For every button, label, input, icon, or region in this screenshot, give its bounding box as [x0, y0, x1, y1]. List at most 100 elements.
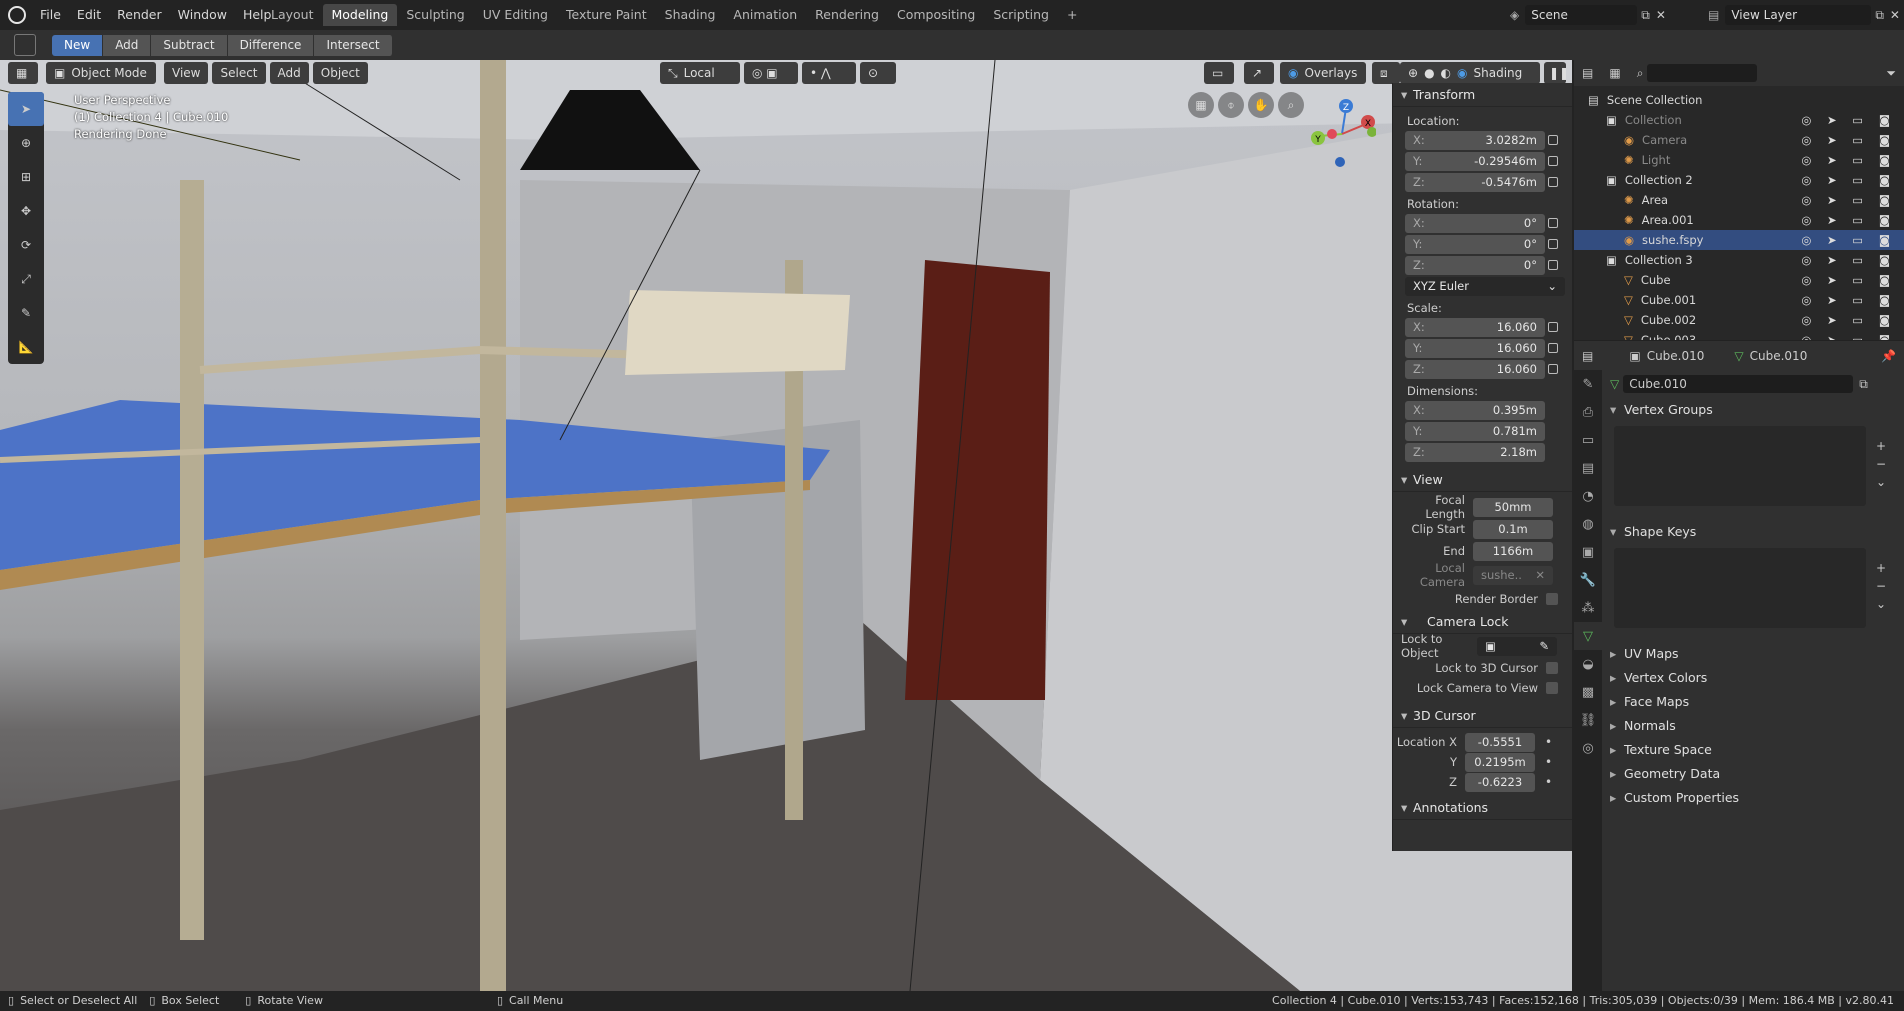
copy-icon[interactable]: ⧉	[1875, 8, 1884, 23]
dimension-y-field[interactable]: Y: 0.781m	[1405, 422, 1545, 441]
rotation-z-field[interactable]: Z: 0°	[1405, 256, 1545, 275]
cursor-value-field[interactable]: 0.2195m	[1465, 752, 1535, 772]
lock-camera-view-checkbox[interactable]	[1546, 682, 1558, 694]
fake-user-icon[interactable]: ⧉	[1859, 377, 1868, 392]
texture-space-section[interactable]: Texture Space	[1602, 738, 1904, 762]
mesh-data-tab-icon[interactable]: ▽	[1574, 622, 1602, 650]
zoom-view-icon[interactable]: ⌕	[1278, 92, 1304, 118]
geometry-data-section[interactable]: Geometry Data	[1602, 762, 1904, 786]
visibility-toggles[interactable]: ◎ ➤ ▭ ◙	[1801, 250, 1896, 270]
visibility-toggles[interactable]: ◎ ➤ ▭ ◙	[1801, 170, 1896, 190]
visibility-toggles[interactable]: ◎ ➤ ▭ ◙	[1801, 270, 1896, 290]
keyframe-dot-icon[interactable]: •	[1545, 775, 1552, 789]
chevron-down-icon[interactable]: ⌄	[1876, 595, 1886, 613]
object-mode-dropdown[interactable]: ▣ Object Mode	[46, 62, 156, 84]
proportional-edit-icon[interactable]: ⊙	[860, 62, 896, 84]
output-tab-icon[interactable]: ▭	[1574, 426, 1602, 454]
add-icon[interactable]: +	[1876, 559, 1886, 577]
clip-end-field[interactable]: 1166m	[1473, 541, 1553, 561]
outliner-row[interactable]: ✺ Light ◎ ➤ ▭ ◙	[1574, 150, 1904, 170]
outliner-row[interactable]: ▽ Cube.002 ◎ ➤ ▭ ◙	[1574, 310, 1904, 330]
tab-rendering[interactable]: Rendering	[806, 4, 888, 26]
scale-z-field[interactable]: Z: 16.060	[1405, 360, 1545, 379]
view-layer-selector[interactable]: ▤ View Layer ⧉ ✕	[1708, 4, 1900, 26]
uv-maps-section[interactable]: UV Maps	[1602, 642, 1904, 666]
mode-subtract-button[interactable]: Subtract	[151, 35, 228, 56]
snap-icon[interactable]: • ⋀	[802, 62, 856, 84]
gizmo-toggle-icon[interactable]: ↗	[1244, 62, 1274, 84]
outliner-row[interactable]: ▽ Cube ◎ ➤ ▭ ◙	[1574, 270, 1904, 290]
tab-shading[interactable]: Shading	[656, 4, 725, 26]
eyedropper-icon[interactable]: ✎	[1539, 637, 1549, 656]
lock-3d-cursor-checkbox[interactable]	[1546, 662, 1558, 674]
lock-icon[interactable]	[1548, 364, 1558, 374]
transform-tool-icon[interactable]: ⊞	[8, 160, 44, 194]
outliner-row[interactable]: ◉ Camera ◎ ➤ ▭ ◙	[1574, 130, 1904, 150]
xray-icon[interactable]: ⧈	[1372, 62, 1400, 84]
scene-name-field[interactable]: Scene	[1525, 5, 1638, 25]
chevron-down-icon[interactable]: ⌄	[1876, 473, 1886, 491]
mode-new-button[interactable]: New	[52, 35, 104, 56]
tab-sculpting[interactable]: Sculpting	[397, 4, 473, 26]
rotation-y-field[interactable]: Y: 0°	[1405, 235, 1545, 254]
view-layer-tab-icon[interactable]: ▤	[1574, 454, 1602, 482]
local-camera-field[interactable]: sushe.. ✕	[1473, 565, 1553, 585]
outliner-row[interactable]: ▣ Collection ◎ ➤ ▭ ◙	[1574, 110, 1904, 130]
scale-y-field[interactable]: Y: 16.060	[1405, 339, 1545, 358]
dimension-z-field[interactable]: Z: 2.18m	[1405, 443, 1545, 462]
menu-file[interactable]: File	[32, 0, 69, 30]
outliner-row[interactable]: ✺ Area.001 ◎ ➤ ▭ ◙	[1574, 210, 1904, 230]
shape-keys-section[interactable]: Shape Keys	[1602, 520, 1904, 544]
pin-icon[interactable]: 📌	[1881, 349, 1896, 363]
render-border-checkbox[interactable]	[1546, 593, 1558, 605]
blender-logo-icon[interactable]	[8, 6, 26, 24]
mode-difference-button[interactable]: Difference	[227, 35, 315, 56]
editor-type-icon[interactable]: ▤	[1582, 349, 1593, 363]
shape-keys-list[interactable]	[1614, 548, 1866, 628]
focal-length-field[interactable]: 50mm	[1473, 497, 1553, 517]
editor-type-dropdown[interactable]: ▦	[8, 62, 38, 84]
outliner-row[interactable]: ▣ Collection 2 ◎ ➤ ▭ ◙	[1574, 170, 1904, 190]
3d-viewport[interactable]: ▦ ▣ Object Mode View Select Add Object ⤡…	[0, 60, 1572, 991]
visibility-toggles[interactable]: ◎ ➤ ▭ ◙	[1801, 290, 1896, 310]
lock-icon[interactable]	[1548, 218, 1558, 228]
tab-texture-paint[interactable]: Texture Paint	[557, 4, 656, 26]
outliner-row[interactable]: ✺ Area ◎ ➤ ▭ ◙	[1574, 190, 1904, 210]
navigation-gizmo[interactable]: Z X Y	[1306, 94, 1376, 174]
tool-tab-icon[interactable]: ✎	[1574, 370, 1602, 398]
mode-intersect-button[interactable]: Intersect	[314, 35, 393, 56]
overlays-dropdown[interactable]: ◉ Overlays	[1280, 62, 1366, 84]
editor-type-icon[interactable]: ▤	[1582, 66, 1593, 80]
datablock-name-field[interactable]: Cube.010	[1623, 375, 1854, 393]
close-icon[interactable]: ✕	[1890, 8, 1900, 22]
constraints-tab-icon[interactable]: ⛓	[1574, 706, 1602, 734]
outliner-row[interactable]: ▤ Scene Collection	[1574, 90, 1904, 110]
clip-start-field[interactable]: 0.1m	[1473, 519, 1553, 539]
outliner-row[interactable]: ▽ Cube.001 ◎ ➤ ▭ ◙	[1574, 290, 1904, 310]
rotation-x-field[interactable]: X: 0°	[1405, 214, 1545, 233]
3d-cursor-section-header[interactable]: 3D Cursor	[1393, 704, 1572, 728]
outliner-row[interactable]: ◉ sushe.fspy ◎ ➤ ▭ ◙	[1574, 230, 1904, 250]
visibility-toggles[interactable]: ◎ ➤ ▭ ◙	[1801, 210, 1896, 230]
visibility-toggles[interactable]: ◎ ➤ ▭ ◙	[1801, 130, 1896, 150]
cursor-value-field[interactable]: -0.6223	[1465, 772, 1535, 792]
cursor-tool-icon[interactable]: ⊕	[8, 126, 44, 160]
object-tab-icon[interactable]: ▣	[1574, 538, 1602, 566]
move-tool-icon[interactable]: ✥	[8, 194, 44, 228]
material-shading-icon[interactable]: ◐	[1441, 62, 1451, 84]
tab-modeling[interactable]: Modeling	[322, 4, 398, 26]
cursor-value-field[interactable]: -0.5551	[1465, 732, 1535, 752]
particles-tab-icon[interactable]: ⁂	[1574, 594, 1602, 622]
transform-section-header[interactable]: Transform	[1393, 83, 1572, 107]
tab-scripting[interactable]: Scripting	[984, 4, 1058, 26]
vertex-colors-section[interactable]: Vertex Colors	[1602, 666, 1904, 690]
scene-tab-icon[interactable]: ◔	[1574, 482, 1602, 510]
add-workspace-button[interactable]: +	[1058, 4, 1086, 26]
menu-select[interactable]: Select	[212, 62, 266, 84]
texture-tab-icon[interactable]: ▩	[1574, 678, 1602, 706]
lock-icon[interactable]	[1548, 177, 1558, 187]
copy-icon[interactable]: ⧉	[1641, 8, 1650, 23]
tab-animation[interactable]: Animation	[724, 4, 806, 26]
menu-render[interactable]: Render	[109, 0, 170, 30]
display-mode-icon[interactable]: ▦	[1609, 66, 1620, 80]
